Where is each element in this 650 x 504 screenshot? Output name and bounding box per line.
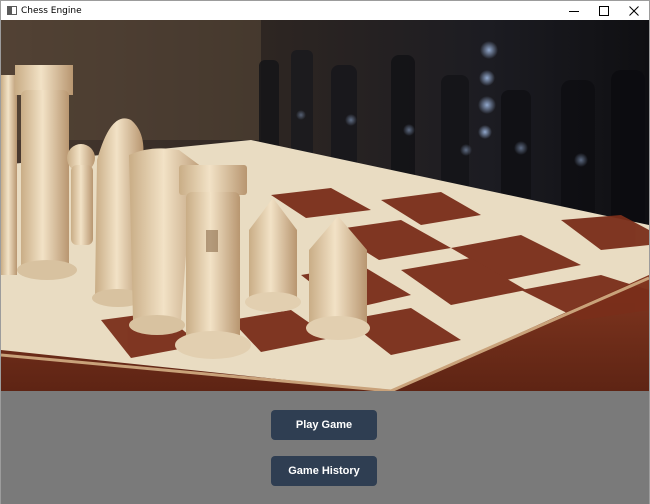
close-button[interactable]: [619, 1, 649, 20]
window-app-icon: [7, 6, 17, 15]
hero-chess-image: [1, 20, 649, 391]
maximize-icon: [599, 5, 609, 16]
game-history-button[interactable]: Game History: [271, 456, 377, 486]
window-controls: [559, 1, 649, 20]
minimize-icon: [569, 10, 579, 12]
minimize-button[interactable]: [559, 1, 589, 20]
maximize-button[interactable]: [589, 1, 619, 20]
app-window: Chess Engine Play Game Game History: [0, 0, 650, 504]
title-bar[interactable]: Chess Engine: [1, 1, 649, 20]
close-icon: [629, 5, 639, 16]
chess-board-illustration: [1, 20, 649, 391]
play-game-button[interactable]: Play Game: [271, 410, 377, 440]
window-title: Chess Engine: [21, 5, 82, 16]
menu-panel: Play Game Game History: [1, 391, 649, 504]
